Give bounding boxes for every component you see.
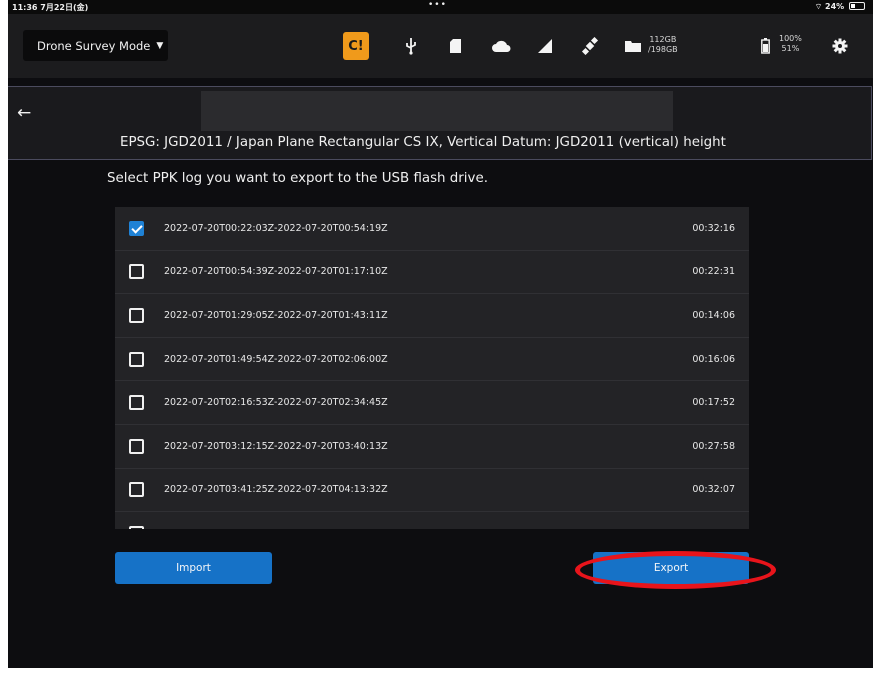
status-bar: 11:36 7月22日(金) ••• ⌔ 24% (8, 0, 873, 14)
folder-icon[interactable] (620, 32, 646, 60)
project-name-redacted (201, 91, 673, 131)
top-toolbar: Drone Survey Mode ▼ C! 112GB /198GB 100%… (8, 14, 873, 78)
log-checkbox[interactable] (129, 264, 144, 280)
battery-device: 51% (781, 44, 800, 53)
battery-readout: 100% 51% (779, 34, 802, 54)
battery-icon[interactable] (752, 32, 778, 60)
log-checkbox[interactable] (129, 307, 144, 323)
signal-icon[interactable] (532, 32, 558, 60)
cloud-icon[interactable] (488, 32, 514, 60)
log-row[interactable]: 2022-07-20T03:12:15Z-2022-07-20T03:40:13… (115, 425, 749, 469)
log-checkbox[interactable] (129, 482, 144, 498)
battery-remote: 100% (779, 34, 802, 43)
log-duration: 00:26:45 (692, 528, 735, 529)
log-checkbox[interactable] (129, 525, 144, 529)
log-name: 2022-07-20T02:16:53Z-2022-07-20T02:34:45… (164, 397, 388, 409)
ppk-log-list[interactable]: 2022-07-20T00:22:03Z-2022-07-20T00:54:19… (115, 207, 749, 529)
status-time: 11:36 7月22日(金) (12, 3, 89, 12)
gear-icon[interactable] (827, 32, 853, 60)
log-duration: 00:17:52 (692, 397, 735, 409)
multitask-dots[interactable]: ••• (428, 0, 447, 10)
battery-percent: 24% (825, 2, 845, 11)
log-checkbox[interactable] (129, 220, 144, 236)
log-name: 2022-07-20T03:41:25Z-2022-07-20T04:13:32… (164, 484, 388, 496)
log-row[interactable]: 2022-07-20T03:41:25Z-2022-07-20T04:13:32… (115, 469, 749, 513)
log-name: 2022-07-20T00:54:39Z-2022-07-20T01:17:10… (164, 266, 388, 278)
sd-card-icon[interactable] (442, 32, 468, 60)
log-row[interactable]: 2022-07-20T04:45:58Z-2022-07-20T05:12:43… (115, 512, 749, 529)
log-name: 2022-07-20T03:12:15Z-2022-07-20T03:40:13… (164, 440, 388, 452)
app-screen: 11:36 7月22日(金) ••• ⌔ 24% Drone Survey Mo… (8, 0, 873, 668)
log-name: 2022-07-20T00:22:03Z-2022-07-20T00:54:19… (164, 222, 388, 234)
log-row[interactable]: 2022-07-20T01:49:54Z-2022-07-20T02:06:00… (115, 338, 749, 382)
import-button[interactable]: Import (115, 552, 272, 584)
log-duration: 00:16:06 (692, 353, 735, 365)
mode-label: Drone Survey Mode (37, 38, 151, 53)
log-name: 2022-07-20T04:45:58Z-2022-07-20T05:12:43… (164, 528, 388, 529)
battery-mini-icon (849, 2, 865, 10)
log-checkbox[interactable] (129, 438, 144, 454)
back-arrow-icon[interactable]: ← (17, 103, 31, 123)
storage-used: 112GB (649, 35, 677, 44)
log-duration: 00:22:31 (692, 266, 735, 278)
log-checkbox[interactable] (129, 395, 144, 411)
log-checkbox[interactable] (129, 351, 144, 367)
log-duration: 00:32:16 (692, 222, 735, 234)
log-duration: 00:14:06 (692, 309, 735, 321)
mode-dropdown[interactable]: Drone Survey Mode ▼ (23, 30, 168, 61)
export-highlight-ellipse (575, 551, 776, 589)
log-row[interactable]: 2022-07-20T00:22:03Z-2022-07-20T00:54:19… (115, 207, 749, 251)
instruction-text: Select PPK log you want to export to the… (107, 171, 488, 186)
epsg-info: EPSG: JGD2011 / Japan Plane Rectangular … (120, 135, 726, 150)
chevron-down-icon: ▼ (156, 40, 164, 51)
log-duration: 00:27:58 (692, 440, 735, 452)
log-row[interactable]: 2022-07-20T02:16:53Z-2022-07-20T02:34:45… (115, 381, 749, 425)
warning-icon[interactable]: C! (343, 32, 369, 60)
wifi-icon: ⌔ (814, 2, 823, 11)
storage-readout: 112GB /198GB (648, 35, 678, 55)
usb-icon[interactable] (398, 32, 424, 60)
status-right: ⌔ 24% (815, 2, 865, 12)
log-row[interactable]: 2022-07-20T01:29:05Z-2022-07-20T01:43:11… (115, 294, 749, 338)
project-header: ← EPSG: JGD2011 / Japan Plane Rectangula… (8, 86, 872, 160)
log-row[interactable]: 2022-07-20T00:54:39Z-2022-07-20T01:17:10… (115, 251, 749, 295)
log-name: 2022-07-20T01:49:54Z-2022-07-20T02:06:00… (164, 353, 388, 365)
storage-total: /198GB (648, 45, 678, 54)
log-duration: 00:32:07 (692, 484, 735, 496)
satellite-icon[interactable] (577, 32, 603, 60)
log-name: 2022-07-20T01:29:05Z-2022-07-20T01:43:11… (164, 309, 388, 321)
